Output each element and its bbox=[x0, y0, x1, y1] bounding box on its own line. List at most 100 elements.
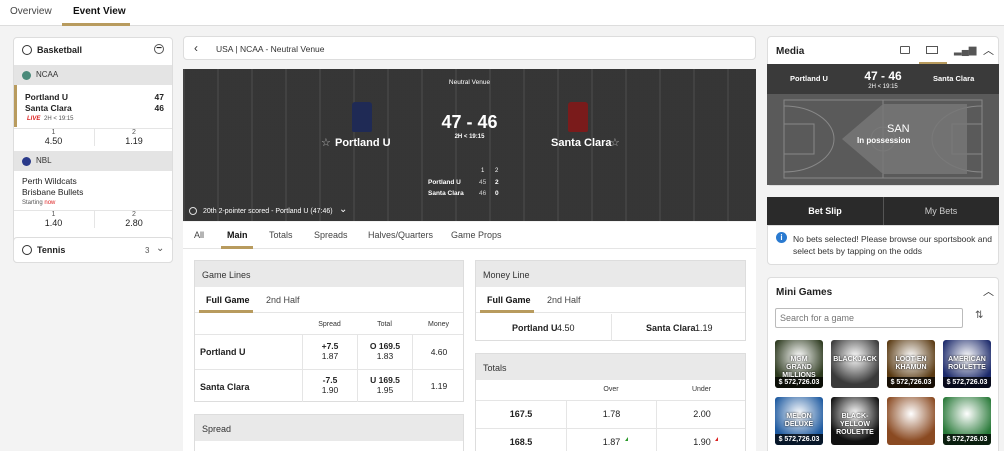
active-subtab-underline bbox=[480, 310, 534, 313]
line: O 169.5 bbox=[369, 341, 401, 351]
last-event-text: 20th 2-pointer scored - Portland U (47:4… bbox=[203, 208, 333, 215]
total-odds-button[interactable]: U 169.5 1.95 bbox=[357, 370, 412, 402]
over-odds-button[interactable]: 1.78 bbox=[566, 401, 656, 428]
spread-odds-button[interactable]: -7.5 1.90 bbox=[302, 370, 357, 402]
tab-full-game[interactable]: Full Game bbox=[487, 295, 531, 305]
game-lines-panel: Game Lines Full Game 2nd Half Spread Tot… bbox=[194, 260, 464, 402]
totals-header[interactable]: Totals bbox=[476, 354, 745, 380]
odds-value: 1.40 bbox=[44, 218, 63, 228]
line: +7.5 bbox=[321, 341, 339, 351]
game-tile-melon-deluxe[interactable]: MELON DELUXE $ 572,726.03 bbox=[775, 397, 823, 445]
tab-game-props[interactable]: Game Props bbox=[451, 230, 502, 240]
live-badge: LIVE bbox=[27, 116, 41, 122]
game-search-input[interactable] bbox=[775, 308, 963, 328]
totals-panel: Totals Over Under 167.5 1.78 2.00 168.5 … bbox=[475, 353, 746, 451]
tab-all[interactable]: All bbox=[194, 230, 204, 240]
col-header-spread: Spread bbox=[318, 321, 341, 328]
event-icon bbox=[189, 207, 197, 215]
spread-odds-button[interactable]: +7.5 1.87 bbox=[302, 335, 357, 369]
team1-name: Perth Wildcats bbox=[22, 176, 77, 186]
panel-title: Game Lines bbox=[202, 270, 251, 280]
ncaa-odds-row: 1 4.50 2 1.19 bbox=[14, 128, 172, 150]
tab-bet-slip[interactable]: Bet Slip bbox=[767, 206, 883, 216]
stats-icon[interactable]: ▂▄▆ bbox=[954, 45, 976, 56]
breadcrumb-text[interactable]: USA | NCAA - Neutral Venue bbox=[216, 44, 325, 54]
home-moneyline-button[interactable]: Portland U 4.50 bbox=[476, 314, 611, 341]
col-header-under: Under bbox=[691, 386, 712, 393]
odds: 1.78 bbox=[602, 409, 621, 419]
total-odds-button[interactable]: O 169.5 1.83 bbox=[357, 335, 412, 369]
tab-2nd-half[interactable]: 2nd Half bbox=[266, 295, 300, 305]
tab-main[interactable]: Main bbox=[227, 230, 248, 240]
tennis-count: 3 bbox=[145, 246, 150, 255]
odds-button-2[interactable]: 2 2.80 bbox=[94, 211, 173, 228]
odds: 1.19 bbox=[695, 323, 713, 333]
tab-2nd-half[interactable]: 2nd Half bbox=[547, 295, 581, 305]
court-icon[interactable] bbox=[926, 46, 938, 54]
chevron-up-icon[interactable]: ︿ bbox=[983, 42, 994, 58]
tab-totals[interactable]: Totals bbox=[269, 230, 293, 240]
money-line-header[interactable]: Money Line bbox=[476, 261, 745, 287]
basketball-card: Basketball − NCAA Portland U 47 Santa Cl… bbox=[13, 37, 173, 263]
odds-button-1[interactable]: 1 1.40 bbox=[14, 211, 93, 228]
star-icon[interactable]: ☆ bbox=[610, 136, 620, 149]
odds: 4.60 bbox=[430, 347, 448, 357]
away-moneyline-button[interactable]: Santa Clara 1.19 bbox=[611, 314, 747, 341]
match-perth-brisbane[interactable]: Perth Wildcats Brisbane Bullets Starting… bbox=[14, 171, 172, 209]
period-team: Portland U bbox=[428, 179, 461, 186]
tennis-card[interactable]: Tennis 3 ⌄ bbox=[13, 237, 173, 263]
game-tile[interactable]: $ 572,726.03 bbox=[943, 397, 991, 445]
market-tabs: All Main Totals Spreads Halves/Quarters … bbox=[183, 222, 756, 249]
collapse-icon[interactable]: − bbox=[154, 44, 164, 54]
tab-halves-quarters[interactable]: Halves/Quarters bbox=[368, 230, 433, 240]
sort-icon[interactable]: ⇅ bbox=[975, 310, 983, 321]
venue-label: Neutral Venue bbox=[448, 79, 491, 86]
game-lines-header[interactable]: Game Lines bbox=[195, 261, 463, 287]
tab-overview[interactable]: Overview bbox=[10, 6, 52, 17]
starting-prefix: Starting bbox=[22, 200, 43, 206]
table-row: Santa Clara -7.5 1.90 U 169.5 1.95 1.19 bbox=[195, 370, 463, 403]
game-name: LOOT-EN KHAMUN bbox=[895, 356, 927, 371]
odds: 1.83 bbox=[376, 351, 394, 361]
tab-my-bets[interactable]: My Bets bbox=[883, 206, 999, 216]
back-chevron-icon[interactable]: ‹ bbox=[194, 41, 198, 55]
team2-score: 46 bbox=[154, 103, 164, 113]
spread-header[interactable]: Spread bbox=[195, 415, 463, 441]
league-ncaa[interactable]: NCAA bbox=[14, 65, 172, 85]
game-tile-blackjack[interactable]: BLACKJACK bbox=[831, 340, 879, 388]
line: -7.5 bbox=[322, 375, 338, 385]
table-row: 167.5 1.78 2.00 bbox=[476, 401, 745, 428]
game-tile-american-roulette[interactable]: AMERICAN ROULETTE $ 572,726.03 bbox=[943, 340, 991, 388]
game-tile-black-yellow-roulette[interactable]: BLACK-YELLOW ROULETTE bbox=[831, 397, 879, 445]
game-tile[interactable] bbox=[887, 397, 935, 445]
chevron-down-icon[interactable]: ⌄ bbox=[156, 243, 164, 254]
league-name: NBL bbox=[36, 156, 52, 165]
period-score-table: 1 2 Portland U 45 2 Santa Clara 46 0 bbox=[428, 168, 508, 200]
period-header: 2 bbox=[495, 168, 499, 174]
odds-label: 1 bbox=[51, 211, 56, 218]
table-row: 168.5 1.87 1.90 bbox=[476, 429, 745, 451]
game-tile-loot-en-khamun[interactable]: LOOT-EN KHAMUN $ 572,726.03 bbox=[887, 340, 935, 388]
game-name: AMERICAN ROULETTE bbox=[948, 356, 986, 371]
game-thumbnail bbox=[887, 397, 935, 445]
chevron-up-icon[interactable]: ︿ bbox=[983, 283, 994, 299]
over-odds-button[interactable]: 1.87 bbox=[566, 429, 656, 451]
col-header-over: Over bbox=[603, 386, 619, 393]
under-odds-button[interactable]: 1.90 bbox=[656, 429, 747, 451]
tab-full-game[interactable]: Full Game bbox=[206, 295, 250, 305]
money-odds-button[interactable]: 1.19 bbox=[412, 370, 465, 402]
odds-button-2[interactable]: 2 1.19 bbox=[94, 129, 173, 146]
panel-title: Totals bbox=[483, 363, 507, 373]
video-icon[interactable] bbox=[900, 46, 910, 54]
tab-event-view[interactable]: Event View bbox=[73, 6, 126, 17]
league-nbl[interactable]: NBL bbox=[14, 151, 172, 171]
odds-value: 4.50 bbox=[44, 136, 63, 146]
odds-button-1[interactable]: 1 4.50 bbox=[14, 129, 93, 146]
money-odds-button[interactable]: 4.60 bbox=[412, 335, 465, 369]
chevron-down-icon[interactable]: ⌄ bbox=[339, 204, 347, 215]
under-odds-button[interactable]: 2.00 bbox=[656, 401, 747, 428]
match-portland-santa-clara[interactable]: Portland U 47 Santa Clara 46 LIVE 2H < 1… bbox=[14, 85, 172, 127]
tab-spreads[interactable]: Spreads bbox=[314, 230, 348, 240]
basketball-header[interactable]: Basketball − bbox=[14, 38, 172, 62]
game-tile-mgm-grand-millions[interactable]: MGM GRAND MILLIONS $ 572,726.03 bbox=[775, 340, 823, 388]
